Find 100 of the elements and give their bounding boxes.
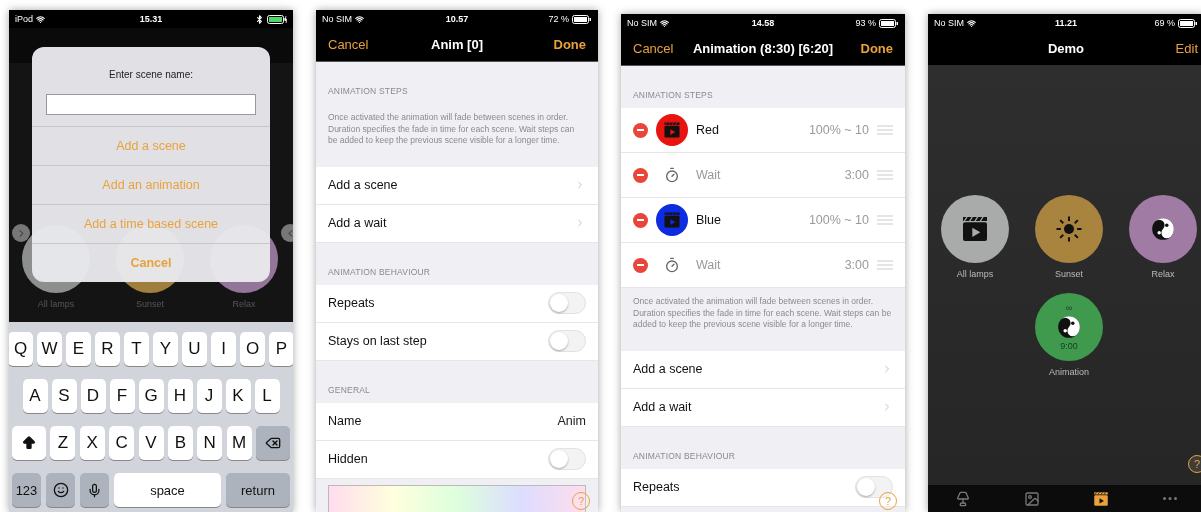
yin-yang-icon [1056, 314, 1082, 340]
wifi-icon [355, 14, 364, 24]
setting-label: Name [328, 414, 363, 428]
yin-yang-icon [1150, 216, 1176, 242]
delete-button[interactable] [633, 122, 648, 138]
step-name: Blue [696, 213, 723, 227]
drag-handle-icon[interactable] [877, 215, 893, 225]
backspace-key[interactable] [256, 426, 290, 460]
carrier-text: iPod [15, 14, 33, 24]
toggle-switch[interactable] [548, 448, 586, 470]
toggle-switch[interactable] [855, 476, 893, 498]
toggle-switch[interactable] [548, 330, 586, 352]
clock-text: 10.57 [445, 14, 469, 24]
space-key[interactable]: space [114, 473, 221, 507]
battery-percent: 69 % [1154, 18, 1175, 28]
drag-handle-icon[interactable] [877, 125, 893, 135]
carrier-text: No SIM [322, 14, 352, 24]
bluetooth-icon [255, 14, 264, 24]
clapper-icon [662, 120, 682, 140]
setting-label: Repeats [633, 480, 681, 494]
drag-handle-icon[interactable] [877, 170, 893, 180]
section-header: ANIMATION STEPS [327, 85, 409, 98]
cancel-button[interactable]: Cancel [633, 41, 674, 56]
keyboard-key[interactable]: T [124, 332, 149, 366]
keyboard-key[interactable]: X [79, 426, 105, 460]
keyboard-key[interactable]: Q [9, 332, 33, 366]
keyboard-key[interactable]: A [22, 379, 48, 413]
step-value: 100% ~ 10 [808, 213, 869, 227]
microphone-icon [87, 482, 102, 498]
keyboard-key[interactable]: H [167, 379, 193, 413]
scene-label: All lamps [956, 269, 994, 279]
step-name: Wait [696, 258, 722, 272]
keyboard-key[interactable]: O [240, 332, 265, 366]
help-button[interactable]: ? [1188, 455, 1201, 473]
battery-percent: 93 % [855, 18, 876, 28]
keyboard-key[interactable]: S [51, 379, 77, 413]
wifi-icon [36, 14, 45, 24]
edit-button[interactable]: Edit [1175, 41, 1198, 56]
keyboard-key[interactable]: Y [153, 332, 178, 366]
keyboard-key[interactable]: E [66, 332, 91, 366]
cancel-button[interactable]: Cancel [328, 37, 369, 52]
keyboard-key[interactable]: C [109, 426, 135, 460]
delete-button[interactable] [633, 257, 648, 273]
emoji-key[interactable] [46, 473, 75, 507]
scene-label: Sunset [1055, 269, 1083, 279]
microphone-key[interactable] [80, 473, 109, 507]
screen-title: Demo [1047, 41, 1085, 56]
keyboard-key[interactable]: I [211, 332, 236, 366]
step-value: 3:00 [844, 168, 869, 182]
keyboard-key[interactable]: K [225, 379, 251, 413]
list-row-button[interactable]: Add a wait [621, 388, 905, 427]
section-header: GENERAL [327, 383, 372, 397]
clapper-icon [1091, 489, 1110, 508]
wifi-icon [660, 18, 669, 28]
step-value: 100% ~ 10 [808, 123, 869, 137]
return-key[interactable]: return [226, 473, 290, 507]
keyboard-key[interactable]: W [37, 332, 62, 366]
step-value: 3:00 [844, 258, 869, 272]
battery-percent: 72 % [548, 14, 569, 24]
list-row-button[interactable]: Add a wait [316, 204, 598, 243]
carrier-text: No SIM [627, 18, 657, 28]
picture-icon [1023, 490, 1040, 507]
keyboard-key[interactable]: R [95, 332, 120, 366]
keyboard-key[interactable]: G [138, 379, 164, 413]
keyboard-key[interactable]: D [80, 379, 106, 413]
delete-button[interactable] [633, 212, 648, 228]
keyboard-key[interactable]: F [109, 379, 135, 413]
screen-title: Anim [0] [431, 37, 483, 52]
carrier-text: No SIM [934, 18, 964, 28]
drag-handle-icon[interactable] [877, 260, 893, 270]
delete-button[interactable] [633, 167, 648, 183]
section-header: ANIMATION BEHAVIOUR [632, 449, 737, 463]
done-button[interactable]: Done [860, 41, 893, 56]
list-row-button[interactable]: Add a scene [621, 350, 905, 389]
numbers-key[interactable]: 123 [12, 473, 41, 507]
scene-button[interactable]: ∞ 9:00 [1035, 293, 1103, 361]
setting-label: Stays on last step [328, 334, 428, 348]
toggle-switch[interactable] [548, 292, 586, 314]
scene-name-input[interactable] [46, 94, 256, 115]
keyboard-key[interactable]: J [196, 379, 222, 413]
emoji-icon [52, 482, 69, 498]
dialog-title: Enter scene name: [108, 68, 194, 82]
setting-value: Anim [557, 414, 586, 428]
list-row-button[interactable]: Add a scene [316, 166, 598, 205]
keyboard-key[interactable]: M [226, 426, 252, 460]
step-name: Wait [696, 168, 722, 182]
shift-key[interactable] [12, 426, 46, 460]
keyboard-key[interactable]: V [138, 426, 164, 460]
screen-title: Animation (8:30) [6:20] [692, 41, 834, 56]
repeat-symbol: ∞ [1065, 302, 1073, 314]
keyboard-key[interactable]: Z [50, 426, 76, 460]
backspace-icon [265, 435, 281, 451]
keyboard-key[interactable]: P [269, 332, 293, 366]
keyboard-key[interactable]: N [197, 426, 223, 460]
keyboard-key[interactable]: L [254, 379, 280, 413]
clock-text: 11.21 [1055, 18, 1077, 28]
keyboard-key[interactable]: U [182, 332, 207, 366]
done-button[interactable]: Done [553, 37, 586, 52]
keyboard-key[interactable]: B [167, 426, 193, 460]
more-icon [1162, 497, 1177, 500]
